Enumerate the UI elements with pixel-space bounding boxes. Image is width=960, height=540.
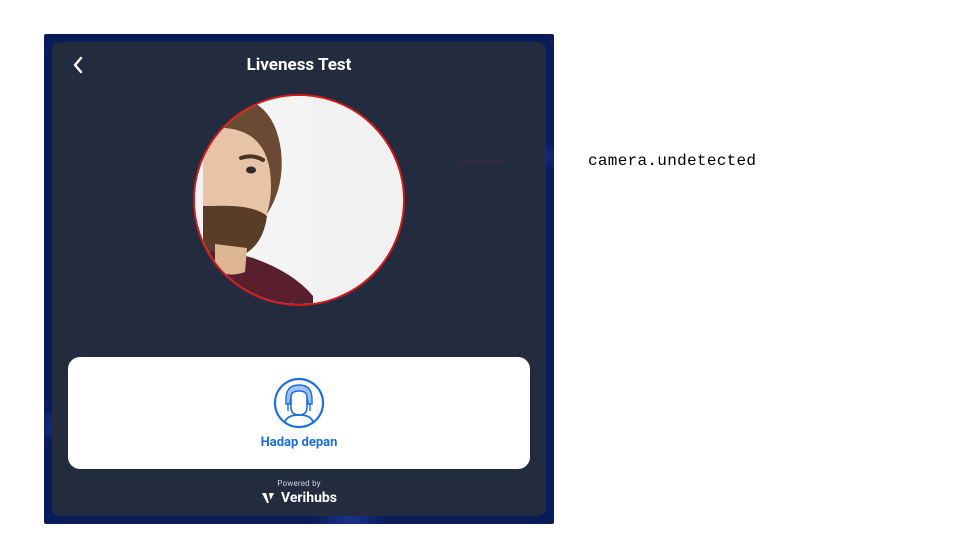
powered-by-label: Powered by [277,479,320,488]
camera-preview-person [193,96,313,306]
brand: Verihubs [261,490,337,506]
footer: Powered by Verihubs [52,479,546,516]
header: Liveness Test [52,42,546,88]
page-title: Liveness Test [247,55,352,75]
instruction-label: Hadap depan [261,435,338,450]
annotation-arrow [392,161,576,163]
verihubs-logo-icon [261,491,275,505]
back-button[interactable] [66,53,90,77]
brand-name: Verihubs [281,490,337,506]
camera-undetected-ring [193,94,405,306]
face-front-icon [273,377,325,429]
camera-preview-area [52,88,546,357]
app-panel: Liveness Test [52,42,546,516]
chevron-left-icon [72,56,84,74]
device-frame: Liveness Test [44,34,554,524]
instruction-card: Hadap depan [68,357,530,469]
annotation-label: camera.undetected [588,152,756,170]
